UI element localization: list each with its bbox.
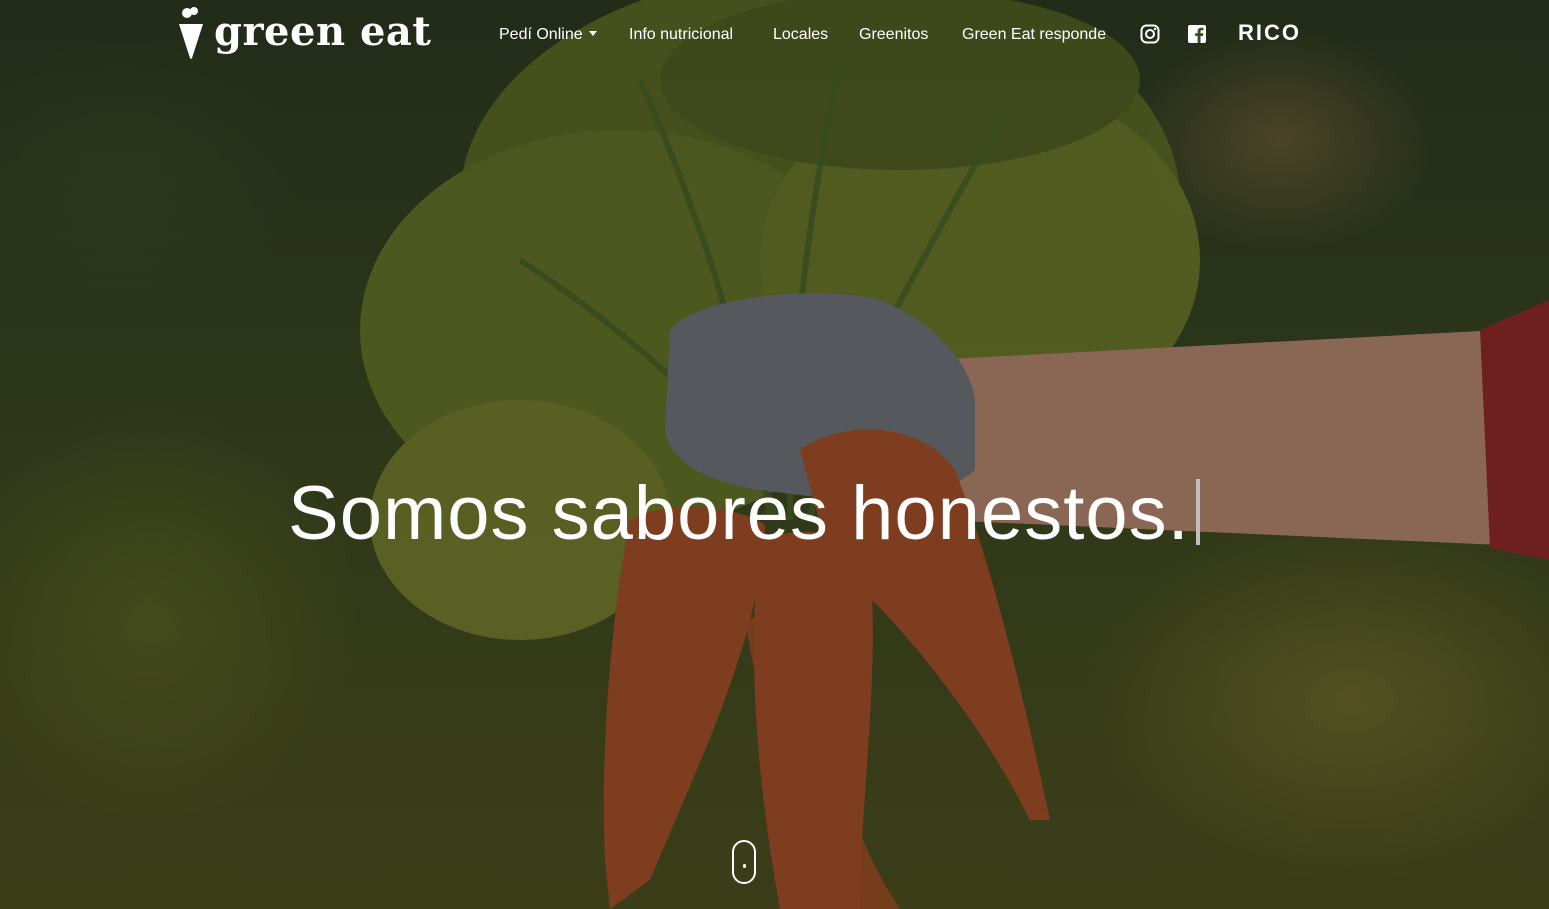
facebook-link[interactable] xyxy=(1187,24,1207,44)
rico-partner-link[interactable]: RICO xyxy=(1238,18,1304,46)
nav-item-info-nutricional[interactable]: Info nutricional xyxy=(629,24,733,46)
nav-item-green-eat-responde[interactable]: Green Eat responde xyxy=(962,24,1106,46)
nav-item-label: Pedí Online xyxy=(499,26,583,43)
hero-background xyxy=(0,0,1549,909)
rico-label: RICO xyxy=(1238,20,1301,45)
instagram-link[interactable] xyxy=(1140,24,1160,44)
brand-name: green eat xyxy=(214,8,432,55)
chevron-down-icon xyxy=(588,31,597,36)
typing-cursor xyxy=(1195,478,1200,545)
brand-logo[interactable]: green eat xyxy=(178,4,431,60)
hero-headline-text: Somos sabores honestos. xyxy=(288,470,1190,556)
carrot-icon xyxy=(179,7,203,59)
instagram-icon xyxy=(1140,24,1160,44)
nav-item-greenitos[interactable]: Greenitos xyxy=(859,24,928,46)
mouse-scroll-icon[interactable] xyxy=(732,840,756,884)
facebook-icon xyxy=(1188,25,1206,43)
hero-headline: Somos sabores honestos. xyxy=(288,469,1200,559)
nav-item-pedi-online[interactable]: Pedí Online xyxy=(499,24,597,46)
nav-item-locales[interactable]: Locales xyxy=(773,24,828,46)
scroll-wheel-dot xyxy=(743,864,746,868)
hero-overlay xyxy=(0,0,1549,909)
